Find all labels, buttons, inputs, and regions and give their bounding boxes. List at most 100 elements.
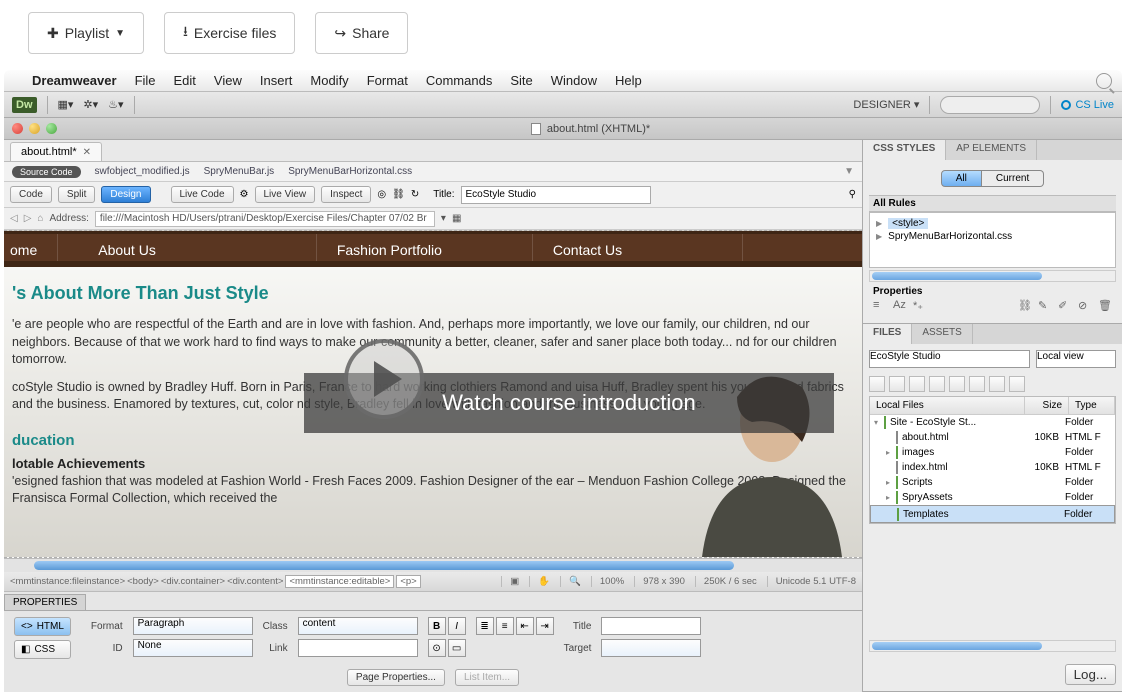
html-props-button[interactable]: <>HTML (14, 617, 71, 636)
id-select[interactable]: None (133, 639, 253, 657)
refresh-files-icon[interactable] (889, 376, 905, 392)
inspect-button[interactable]: Inspect (321, 186, 371, 203)
connect-icon[interactable] (869, 376, 885, 392)
point-to-file-icon[interactable]: ⊙ (428, 639, 446, 657)
tag-5[interactable]: <p> (396, 575, 420, 588)
col-size[interactable]: Size (1025, 397, 1069, 414)
menu-window[interactable]: Window (551, 73, 597, 88)
checkin-icon[interactable] (969, 376, 985, 392)
live-view-button[interactable]: Live View (255, 186, 316, 203)
site-select[interactable]: EcoStyle Studio (869, 350, 1030, 368)
title-prop-input[interactable] (601, 617, 701, 635)
rules-list[interactable]: ▶ <style> ▶ SpryMenuBarHorizontal.css (869, 212, 1116, 268)
file-row[interactable]: ▸ScriptsFolder (870, 475, 1115, 490)
view-select[interactable]: Local view (1036, 350, 1116, 368)
design-canvas[interactable]: ome About Us Fashion Portfolio Contact U… (4, 230, 862, 558)
filter-icon[interactable]: ▼ (844, 166, 854, 177)
ap-elements-tab[interactable]: AP ELEMENTS (946, 140, 1037, 160)
css-props-button[interactable]: ◧CSS (14, 640, 71, 659)
menu-format[interactable]: Format (367, 73, 408, 88)
related-file-1[interactable]: SpryMenuBar.js (204, 166, 275, 177)
file-row[interactable]: about.html10KBHTML F (870, 430, 1115, 445)
all-rules-button[interactable]: All (941, 170, 982, 187)
put-files-icon[interactable] (929, 376, 945, 392)
related-file-2[interactable]: SpryMenuBarHorizontal.css (288, 166, 412, 177)
minimize-window-button[interactable] (29, 123, 40, 134)
canvas-scrollbar[interactable] (4, 558, 862, 572)
menu-modify[interactable]: Modify (310, 73, 348, 88)
code-view-button[interactable]: Code (10, 186, 52, 203)
spotlight-icon[interactable] (1096, 73, 1112, 89)
file-row[interactable]: ▾Site - EcoStyle St...Folder (870, 415, 1115, 430)
files-tab[interactable]: FILES (863, 324, 912, 344)
multiscreen-icon[interactable]: ◎ (377, 189, 386, 200)
inspect-icon-1[interactable]: ⚙ (240, 189, 249, 200)
expand-icon[interactable]: ▸ (886, 478, 896, 487)
forward-button[interactable]: ▷ (24, 213, 32, 224)
files-scroll-thumb[interactable] (872, 642, 1042, 650)
app-name[interactable]: Dreamweaver (32, 73, 117, 88)
log-button[interactable]: Log... (1065, 664, 1116, 685)
nav-about[interactable]: About Us (58, 234, 317, 261)
attach-stylesheet-icon[interactable]: ⛓ (1018, 299, 1032, 313)
share-button[interactable]: ↪Share (315, 12, 408, 54)
menu-site[interactable]: Site (510, 73, 532, 88)
assets-tab[interactable]: ASSETS (912, 324, 972, 344)
close-window-button[interactable] (12, 123, 23, 134)
current-rules-button[interactable]: Current (982, 170, 1044, 187)
menu-view[interactable]: View (214, 73, 242, 88)
nav-contact[interactable]: Contact Us (533, 234, 743, 261)
expand-icon[interactable]: ▸ (886, 448, 896, 457)
window-dims[interactable]: 978 x 390 (634, 576, 685, 587)
file-tree[interactable]: Local Files Size Type ▾Site - EcoStyle S… (869, 396, 1116, 524)
italic-button[interactable]: I (448, 617, 466, 635)
get-files-icon[interactable] (909, 376, 925, 392)
expand-icon[interactable]: ▸ (886, 493, 896, 502)
tag-4[interactable]: <mmtinstance:editable> (285, 575, 394, 588)
expand-icon[interactable]: ▾ (874, 418, 884, 427)
related-file-0[interactable]: swfobject_modified.js (95, 166, 190, 177)
menu-edit[interactable]: Edit (174, 73, 196, 88)
zoom-level[interactable]: 100% (591, 576, 624, 587)
extend-icon[interactable]: ✲▾ (83, 98, 98, 111)
css-styles-tab[interactable]: CSS STYLES (863, 140, 946, 160)
layout-icon[interactable]: ▦▾ (58, 98, 74, 111)
file-row[interactable]: ▸SpryAssetsFolder (870, 490, 1115, 505)
nav-home[interactable]: ome (4, 234, 58, 261)
playlist-button[interactable]: ✚Playlist▼ (28, 12, 144, 54)
rule-style[interactable]: <style> (888, 218, 928, 229)
tag-0[interactable]: <mmtinstance:fileinstance> (10, 576, 125, 587)
class-select[interactable]: content (298, 617, 418, 635)
close-tab-icon[interactable]: ✕ (83, 147, 91, 158)
live-code-button[interactable]: Live Code (171, 186, 234, 203)
zoom-window-button[interactable] (46, 123, 57, 134)
rule-spry[interactable]: SpryMenuBarHorizontal.css (888, 231, 1012, 242)
grid-icon[interactable]: ▦ (452, 213, 461, 224)
refresh-icon[interactable]: ↻ (411, 189, 419, 200)
scrollbar-thumb[interactable] (34, 561, 734, 570)
visual-aids-icon[interactable]: ⚲ (849, 189, 856, 200)
expand-files-icon[interactable] (1009, 376, 1025, 392)
set-view-icon[interactable]: *₊ (913, 299, 927, 313)
expand-icon[interactable]: ▶ (876, 219, 882, 228)
delete-rule-icon[interactable]: 🗑 (1098, 299, 1112, 313)
tag-3[interactable]: <div.content> (227, 576, 283, 587)
list-view-icon[interactable]: Aᴢ (893, 299, 907, 313)
file-row[interactable]: ▸imagesFolder (870, 445, 1115, 460)
file-tab-about[interactable]: about.html* ✕ (10, 142, 102, 161)
outdent-button[interactable]: ⇤ (516, 617, 534, 635)
menu-help[interactable]: Help (615, 73, 642, 88)
properties-tab[interactable]: PROPERTIES (4, 594, 86, 610)
home-icon[interactable]: ⌂ (37, 213, 43, 224)
file-row[interactable]: TemplatesFolder (870, 505, 1115, 523)
files-scrollbar[interactable] (869, 640, 1116, 652)
menu-file[interactable]: File (135, 73, 156, 88)
ol-button[interactable]: ≡ (496, 617, 514, 635)
menu-commands[interactable]: Commands (426, 73, 492, 88)
split-view-button[interactable]: Split (58, 186, 95, 203)
play-button[interactable] (344, 339, 424, 419)
expand-icon[interactable]: ▶ (876, 232, 882, 241)
tag-2[interactable]: <div.container> (161, 576, 225, 587)
target-select[interactable] (601, 639, 701, 657)
select-tool-icon[interactable]: ▣ (501, 576, 519, 587)
